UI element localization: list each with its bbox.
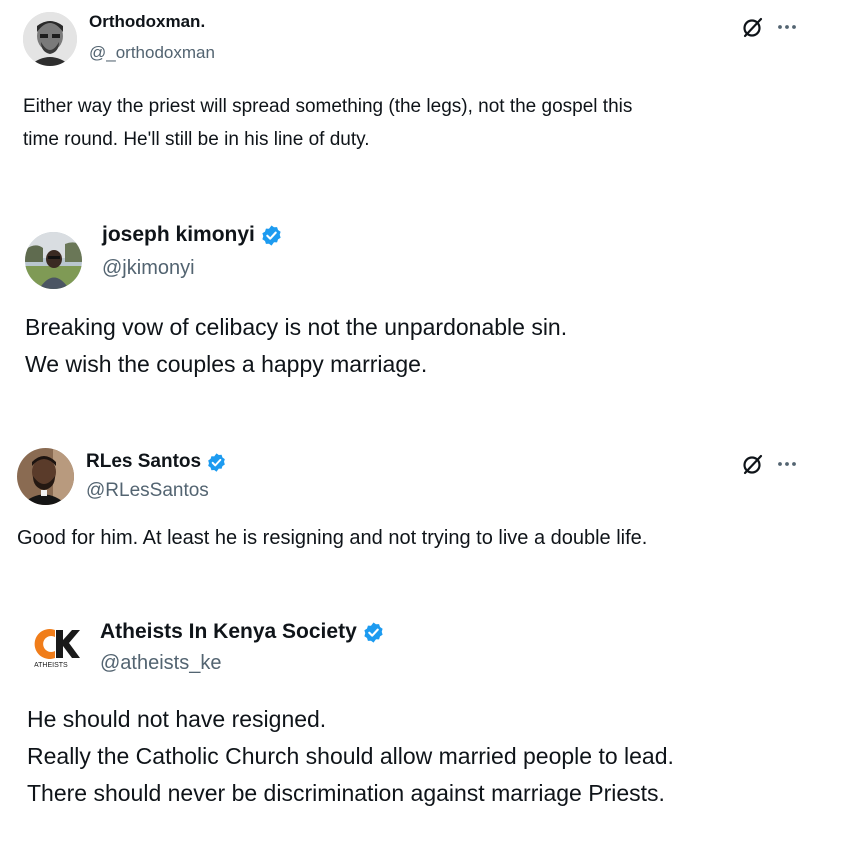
more-icon[interactable] [777, 17, 797, 37]
avatar[interactable] [23, 12, 77, 66]
more-icon[interactable] [777, 454, 797, 474]
user-handle[interactable]: @RLesSantos [86, 480, 209, 502]
avatar[interactable] [25, 232, 82, 289]
logo-text: ATHEISTS [34, 662, 68, 669]
verified-badge-icon [362, 621, 385, 644]
tweet-actions [741, 15, 797, 39]
user-name-row[interactable]: Atheists In Kenya Society [100, 620, 385, 644]
tweet-text-line: We wish the couples a happy marriage. [25, 351, 428, 377]
verified-badge-icon [206, 452, 227, 473]
tweet-text-line: Good for him. At least he is resigning a… [17, 527, 648, 549]
user-name[interactable]: RLes Santos [86, 451, 201, 473]
tweet-actions [741, 452, 797, 476]
user-handle[interactable]: @atheists_ke [100, 652, 221, 675]
tweet-text-line: Really the Catholic Church should allow … [27, 743, 674, 769]
user-name-row[interactable]: RLes Santos [86, 451, 227, 473]
tweet-text: Either way the priest will spread someth… [23, 90, 632, 156]
slashed-circle-icon[interactable] [741, 452, 765, 476]
avatar[interactable]: ATHEISTS [28, 618, 88, 678]
tweet-card-orthodoxman[interactable]: Orthodoxman. @_orthodoxman Either way th… [0, 0, 847, 175]
tweet-text: He should not have resigned. Really the … [27, 701, 674, 812]
user-handle[interactable]: @_orthodoxman [89, 43, 215, 63]
slashed-circle-icon[interactable] [741, 15, 765, 39]
tweet-card-rlessantos[interactable]: RLes Santos @RLesSantos Good for him. At… [0, 440, 847, 580]
tweet-text-line: There should never be discrimination aga… [27, 780, 665, 806]
user-name[interactable]: Orthodoxman. [89, 12, 205, 32]
tweet-text-line: Either way the priest will spread someth… [23, 96, 633, 117]
tweet-text: Good for him. At least he is resigning a… [17, 524, 647, 552]
user-name[interactable]: Atheists In Kenya Society [100, 620, 357, 644]
tweet-text: Breaking vow of celibacy is not the unpa… [25, 309, 567, 383]
user-name-row[interactable]: joseph kimonyi [102, 223, 283, 247]
tweet-text-line: time round. He'll still be in his line o… [23, 129, 370, 150]
user-name[interactable]: joseph kimonyi [102, 223, 255, 247]
user-handle[interactable]: @jkimonyi [102, 257, 195, 280]
user-name-row[interactable]: Orthodoxman. [89, 12, 205, 32]
tweet-text-line: He should not have resigned. [27, 706, 327, 732]
tweet-text-line: Breaking vow of celibacy is not the unpa… [25, 314, 568, 340]
verified-badge-icon [260, 224, 283, 247]
tweet-card-atheists-ke[interactable]: ATHEISTS Atheists In Kenya Society @athe… [0, 600, 847, 842]
tweet-card-jkimonyi[interactable]: joseph kimonyi @jkimonyi Breaking vow of… [0, 200, 847, 410]
avatar[interactable] [17, 448, 74, 505]
